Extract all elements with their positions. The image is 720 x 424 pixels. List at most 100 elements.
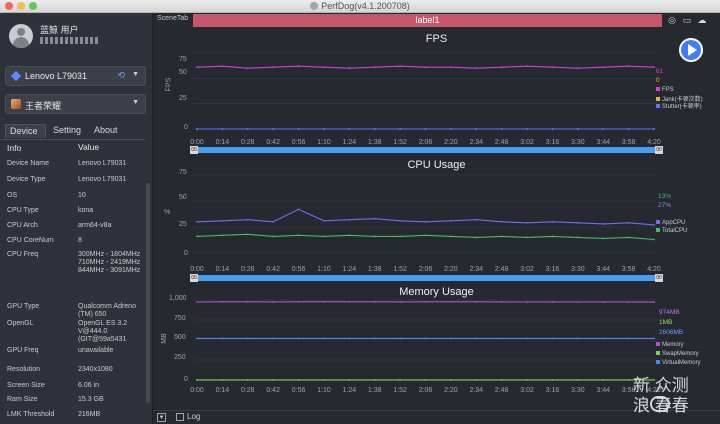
memory-x-tick: 0:14 (215, 387, 230, 394)
cpu-data-point (348, 218, 351, 221)
play-icon (688, 44, 697, 56)
sidebar: 蓝鲸 用户 Lenovo L79031 ⟲ ▼ 王者荣耀 ▼ Device Se… (0, 13, 153, 424)
memory-data-point (551, 337, 554, 340)
scene-label-bar[interactable]: label1 (193, 14, 662, 27)
memory-data-point (221, 379, 224, 381)
cpu-data-point (475, 218, 478, 221)
cpu-timeline-scroller[interactable]: 00 00 (190, 274, 663, 282)
app-icon (11, 99, 21, 109)
fps-y-axis-label: FPS (165, 77, 173, 92)
sidebar-scrollbar[interactable] (146, 183, 150, 403)
main-panel: SceneTab label1 ◎ ▭ ☁ FPS FPS 75 50 25 0… (153, 13, 720, 424)
memory-x-tick: 1:10 (317, 387, 331, 394)
cpu-x-tick: 1:24 (342, 266, 357, 273)
fps-data-point (399, 128, 402, 130)
swap-current-value: 1MB (659, 319, 673, 326)
app-name: 王者荣耀 (25, 101, 62, 111)
user-id-redacted (40, 37, 100, 44)
scroller-end-handle[interactable]: 00 (655, 146, 663, 154)
fps-data-point (449, 128, 452, 130)
fps-timeline-scroller[interactable]: 00 00 (190, 146, 663, 154)
collapse-toggle[interactable]: ▼ (157, 413, 166, 422)
device-select[interactable]: Lenovo L79031 ⟲ ▼ (5, 66, 146, 86)
fps-data-point (627, 128, 630, 130)
cpu-data-point (272, 235, 275, 238)
fps-x-tick: 2:48 (494, 139, 509, 146)
tab-device[interactable]: Device (5, 124, 46, 138)
memory-current-value: 974MB (659, 309, 680, 316)
link-icon[interactable]: ⟲ (117, 70, 125, 81)
cpu-data-point (500, 235, 503, 238)
tab-setting[interactable]: Setting (49, 124, 87, 138)
cpu-x-tick: 0:42 (266, 266, 280, 273)
memory-data-point (221, 300, 224, 303)
folder-icon[interactable]: ▭ (682, 15, 692, 25)
scroller-end-handle[interactable]: 00 (655, 274, 663, 282)
cpu-x-tick: 1:10 (317, 266, 331, 273)
cpu-data-point (246, 233, 249, 236)
fps-chart-title: FPS (425, 33, 448, 45)
fps-data-point (196, 66, 198, 69)
fps-x-tick: 4:20 (647, 139, 661, 146)
app-logo-icon (310, 2, 319, 10)
legend-virtual: VirtualMemory (656, 360, 701, 366)
fps-chart (193, 52, 658, 130)
target-icon[interactable]: ◎ (667, 15, 677, 25)
cpu-data-point (373, 217, 376, 220)
device-name: Lenovo L79031 (25, 71, 88, 81)
watermark-logo-icon (650, 396, 670, 412)
memory-x-tick: 3:44 (596, 387, 611, 394)
legend-fps: FPS (656, 87, 674, 93)
perfdog-window: PerfDog(v4.1.200708) 蓝鲸 用户 Lenovo L79031… (0, 0, 720, 424)
title-bar: PerfDog(v4.1.200708) (0, 0, 720, 13)
fps-data-point (576, 128, 579, 130)
log-label: Log (187, 412, 201, 421)
log-checkbox[interactable] (176, 413, 184, 421)
memory-data-point (627, 337, 630, 340)
cpu-y-axis-label: % (164, 209, 171, 216)
fps-data-point (246, 67, 249, 70)
memory-data-point (246, 379, 249, 381)
user-name: 蓝鲸 用户 (40, 25, 79, 35)
fps-data-point (221, 65, 224, 68)
cloud-icon[interactable]: ☁ (697, 15, 707, 25)
fps-y-tick: 25 (179, 95, 187, 102)
cpu-data-point (576, 221, 579, 224)
fps-x-tick: 0:28 (240, 139, 255, 146)
scroller-start-handle[interactable]: 00 (190, 274, 198, 282)
tab-about[interactable]: About (90, 124, 126, 138)
cpu-x-tick: 1:52 (393, 266, 407, 273)
fps-data-point (196, 128, 198, 130)
memory-data-point (373, 379, 376, 381)
memory-chart-title: Memory Usage (399, 286, 474, 298)
fps-data-point (602, 66, 605, 69)
fps-data-point (323, 66, 325, 69)
memory-y-axis-label: MB (160, 333, 168, 344)
scroller-start-handle[interactable]: 00 (190, 146, 198, 154)
cpu-data-point (348, 234, 351, 237)
fps-data-point (475, 67, 478, 70)
memory-data-point (576, 301, 579, 303)
diamond-icon (10, 70, 22, 82)
watermark: 新 众测 浪 春春 (633, 376, 689, 415)
memory-x-tick: 0:28 (240, 387, 255, 394)
memory-data-point (272, 301, 275, 303)
fps-y-tick: 0 (184, 124, 188, 131)
cpu-data-point (399, 235, 402, 238)
cpu-data-point (196, 220, 198, 223)
fps-data-point (653, 128, 655, 130)
fps-x-tick: 0:14 (215, 139, 230, 146)
avatar[interactable] (9, 24, 33, 48)
cpu-data-point (449, 219, 452, 222)
memory-data-point (424, 300, 427, 303)
header-info: Info (7, 143, 22, 153)
app-select[interactable]: 王者荣耀 ▼ (5, 94, 146, 114)
fps-data-point (653, 66, 655, 69)
fps-data-point (551, 128, 554, 130)
cpu-y-tick: 0 (184, 250, 188, 257)
fps-current-value: 61 (656, 68, 664, 75)
header-value: Value (78, 142, 100, 152)
fps-data-point (272, 128, 275, 130)
cpu-data-point (196, 235, 198, 238)
cpu-data-point (602, 222, 605, 225)
